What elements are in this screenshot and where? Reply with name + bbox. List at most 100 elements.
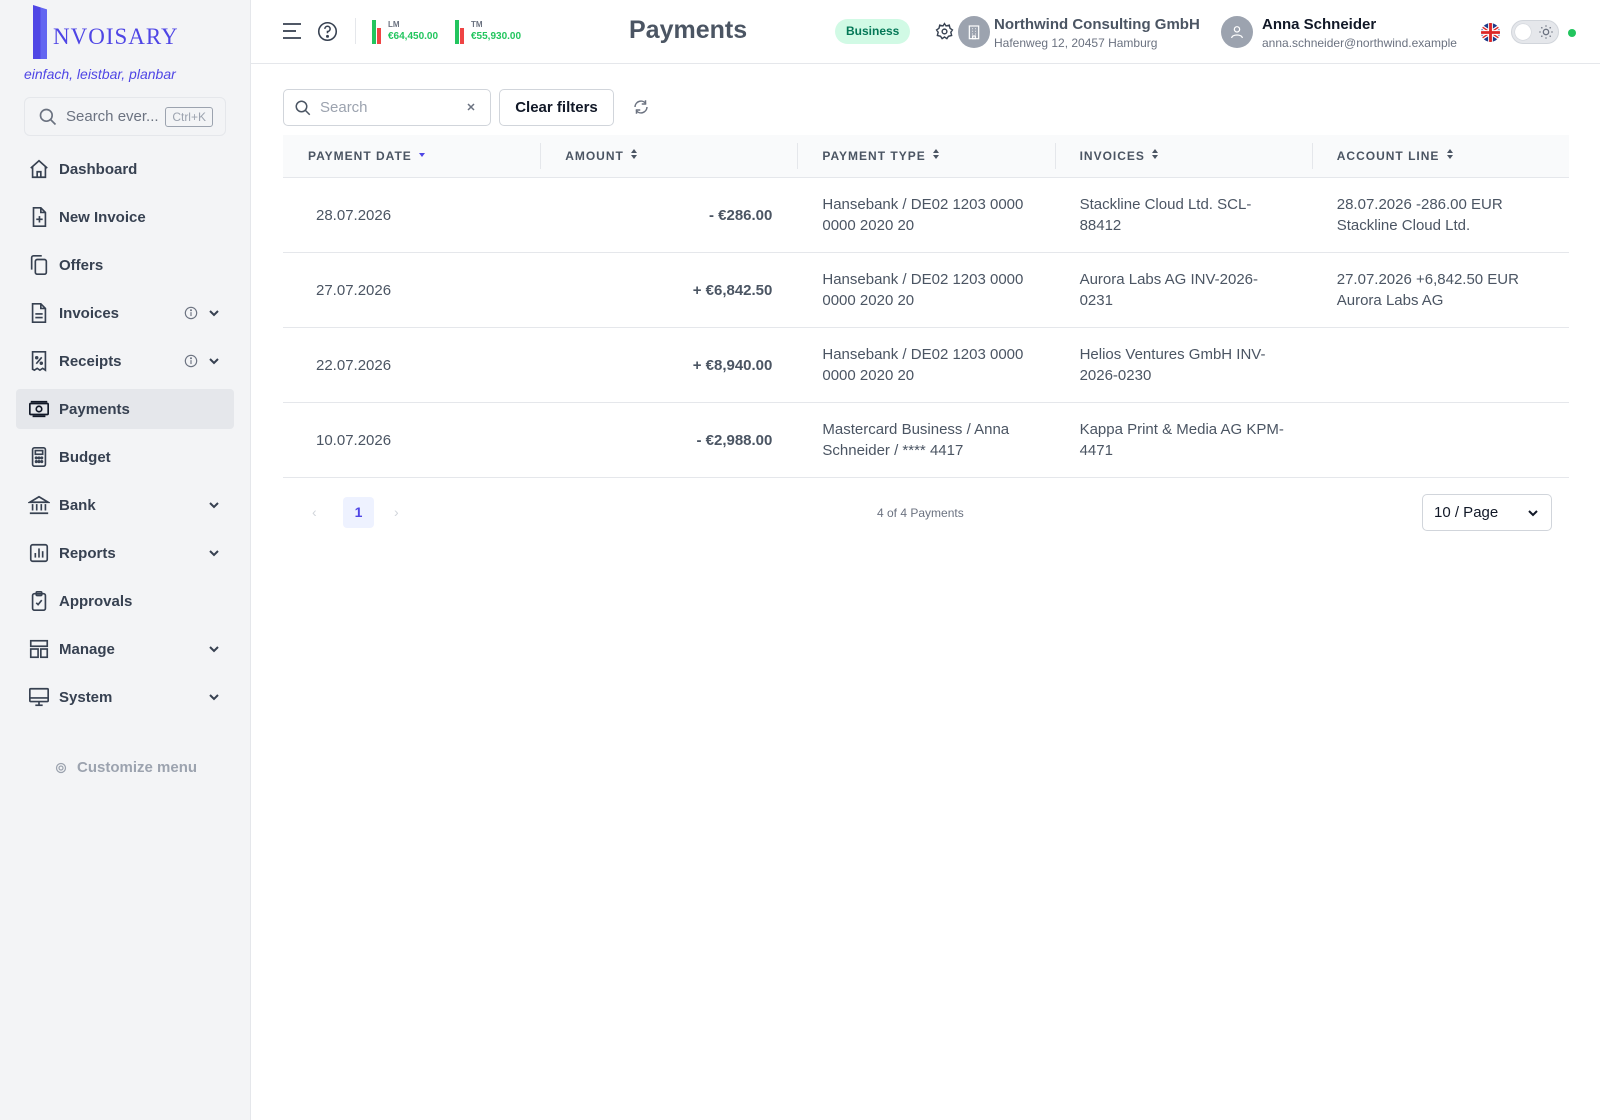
info-icon[interactable]: [184, 354, 198, 368]
tagline: einfach, leistbar, planbar: [24, 66, 176, 82]
monitor-icon: [29, 687, 49, 707]
sidebar-item-label: Payments: [59, 400, 130, 418]
sidebar-item-dashboard[interactable]: Dashboard: [16, 149, 234, 189]
invoice-link[interactable]: Kappa Print & Media AG KPM-4471: [1055, 419, 1312, 461]
page-title: Payments: [629, 16, 748, 44]
search-box[interactable]: [283, 89, 491, 126]
pagination: ‹ 1 › 4 of 4 Payments 10 / Page: [283, 494, 1569, 531]
column-header-payment-date[interactable]: PAYMENT DATE: [283, 135, 540, 177]
sidebar-item-label: New Invoice: [59, 208, 146, 226]
calculator-icon: [31, 447, 47, 467]
sidebar-item-invoices[interactable]: Invoices: [16, 293, 234, 333]
chevron-down-icon[interactable]: [208, 499, 220, 511]
chevron-down-icon[interactable]: [208, 547, 220, 559]
company-name[interactable]: Northwind Consulting GmbH: [994, 16, 1200, 33]
table-row[interactable]: 22.07.2026 + €8,940.00 Hansebank / DE02 …: [283, 328, 1569, 403]
logo[interactable]: NVOISARY: [33, 5, 243, 59]
column-header-account-line[interactable]: ACCOUNT LINE: [1311, 135, 1569, 177]
close-icon[interactable]: [465, 101, 477, 113]
sidebar-item-label: Receipts: [59, 352, 122, 370]
toggle-knob: [1515, 24, 1531, 40]
invoice-link[interactable]: Aurora Labs AG INV-2026-0231: [1055, 269, 1312, 311]
column-header-invoices[interactable]: INVOICES: [1054, 135, 1312, 177]
sidebar-item-approvals[interactable]: Approvals: [16, 581, 234, 621]
sidebar-item-offers[interactable]: Offers: [16, 245, 234, 285]
chevron-down-icon[interactable]: [208, 643, 220, 655]
uk-flag-icon[interactable]: [1481, 23, 1500, 42]
payment-date-cell: 28.07.2026: [316, 206, 392, 224]
last-month-label: LM: [388, 20, 400, 29]
table-row[interactable]: 27.07.2026 + €6,842.50 Hansebank / DE02 …: [283, 253, 1569, 328]
user-name[interactable]: Anna Schneider: [1262, 16, 1376, 33]
column-header-amount[interactable]: AMOUNT: [540, 135, 797, 177]
menu-toggle-icon[interactable]: [282, 22, 302, 40]
search-input[interactable]: [320, 99, 460, 116]
table-header: PAYMENT DATE AMOUNT PAYMENT TYPE INVOICE…: [283, 135, 1569, 178]
global-search[interactable]: Search ever... Ctrl+K: [24, 97, 226, 136]
mini-bar-chart-icon: [455, 20, 465, 44]
sidebar-item-system[interactable]: System: [16, 677, 234, 717]
building-icon: [968, 25, 980, 40]
sidebar-item-budget[interactable]: Budget: [16, 437, 234, 477]
company-avatar[interactable]: [958, 16, 990, 48]
sort-desc-icon: [419, 152, 426, 157]
customize-menu-button[interactable]: Customize menu: [55, 759, 197, 776]
chevron-down-icon[interactable]: [208, 691, 220, 703]
copy-icon: [30, 255, 48, 275]
payment-type-cell: Hansebank / DE02 1203 0000 0000 2020 20: [822, 271, 1024, 309]
invoice-link[interactable]: Stackline Cloud Ltd. SCL-88412: [1055, 194, 1312, 236]
refresh-icon[interactable]: [632, 98, 650, 116]
info-icon[interactable]: [184, 306, 198, 320]
column-header-label: INVOICES: [1079, 149, 1145, 163]
prev-page-button[interactable]: ‹: [312, 504, 317, 520]
global-search-placeholder: Search ever...: [66, 108, 159, 125]
clear-filters-button[interactable]: Clear filters: [499, 89, 614, 126]
file-text-icon: [31, 303, 47, 323]
table-row[interactable]: 10.07.2026 - €2,988.00 Mastercard Busine…: [283, 403, 1569, 478]
sidebar-item-payments[interactable]: Payments: [16, 389, 234, 429]
bank-icon: [28, 495, 50, 515]
sidebar-item-reports[interactable]: Reports: [16, 533, 234, 573]
sidebar-item-new-invoice[interactable]: New Invoice: [16, 197, 234, 237]
sidebar-item-label: Reports: [59, 544, 116, 562]
user-icon: [1231, 26, 1243, 39]
user-email: anna.schneider@northwind.example: [1262, 36, 1457, 50]
payment-type-cell: Hansebank / DE02 1203 0000 0000 2020 20: [822, 196, 1024, 234]
sort-icon: [631, 148, 638, 159]
sidebar-item-label: Budget: [59, 448, 111, 466]
sort-icon: [1152, 148, 1159, 159]
chevron-down-icon[interactable]: [208, 355, 220, 367]
amount-cell: - €286.00: [708, 206, 773, 224]
help-icon[interactable]: [317, 21, 338, 42]
plan-badge: Business: [835, 19, 911, 44]
theme-toggle[interactable]: [1511, 20, 1559, 44]
sidebar-item-bank[interactable]: Bank: [16, 485, 234, 525]
column-header-label: PAYMENT DATE: [308, 149, 412, 163]
user-avatar[interactable]: [1221, 16, 1253, 48]
last-month-value: €64,450.00: [388, 31, 439, 42]
chevron-down-icon: [1528, 510, 1538, 517]
gear-icon[interactable]: [935, 22, 954, 41]
divider: [355, 18, 356, 44]
sidebar-item-label: Invoices: [59, 304, 120, 322]
amount-cell: + €8,940.00: [692, 356, 773, 374]
company-address: Hafenweg 12, 20457 Hamburg: [994, 36, 1158, 50]
column-header-payment-type[interactable]: PAYMENT TYPE: [797, 135, 1054, 177]
account-line-cell: 27.07.2026 +6,842.50 EUR Aurora Labs AG: [1336, 271, 1519, 309]
next-page-button[interactable]: ›: [394, 504, 399, 520]
sidebar-item-label: Manage: [59, 640, 115, 658]
top-bar: LM €64,450.00 TM €55,930.00 Payments Bus…: [251, 0, 1600, 64]
invoice-link[interactable]: Helios Ventures GmbH INV-2026-0230: [1055, 344, 1312, 386]
chevron-down-icon[interactable]: [208, 307, 220, 319]
payment-date-cell: 10.07.2026: [316, 431, 392, 449]
layout-icon: [29, 639, 49, 659]
sidebar-item-receipts[interactable]: Receipts: [16, 341, 234, 381]
sidebar-item-label: Bank: [59, 496, 96, 514]
column-header-label: AMOUNT: [565, 149, 624, 163]
table-row[interactable]: 28.07.2026 - €286.00 Hansebank / DE02 12…: [283, 178, 1569, 253]
page-size-select[interactable]: 10 / Page: [1422, 494, 1552, 531]
sidebar-item-manage[interactable]: Manage: [16, 629, 234, 669]
sidebar-item-label: Dashboard: [59, 160, 138, 178]
page-1-button[interactable]: 1: [343, 497, 374, 528]
amount-cell: - €2,988.00: [696, 431, 773, 449]
